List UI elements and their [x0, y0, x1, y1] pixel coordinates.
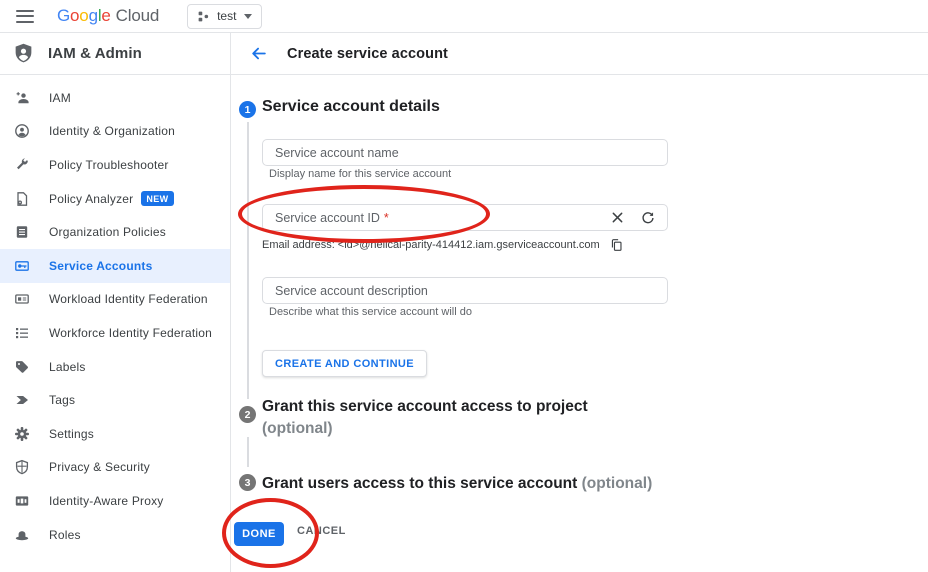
sidebar-item-privacy-security[interactable]: Privacy & Security — [0, 451, 230, 485]
chevron-down-icon — [244, 14, 252, 19]
logo-letter: e — [101, 6, 110, 26]
project-name: test — [217, 9, 236, 23]
sidebar-item-policy-troubleshooter[interactable]: Policy Troubleshooter — [0, 148, 230, 182]
step-2-badge: 2 — [239, 406, 256, 423]
sidebar-item-iam[interactable]: IAM — [0, 81, 230, 115]
sidebar-item-label: Privacy & Security — [49, 460, 150, 474]
logo-letter: o — [79, 6, 88, 26]
sidebar-item-label: Service Accounts — [49, 259, 152, 273]
create-and-continue-button[interactable]: CREATE AND CONTINUE — [262, 350, 427, 377]
cancel-button[interactable]: CANCEL — [297, 525, 346, 537]
step-2-optional-text: (optional) — [262, 418, 588, 440]
sidebar-item-identity-organization[interactable]: Identity & Organization — [0, 115, 230, 149]
service-account-description-input[interactable] — [262, 277, 668, 304]
refresh-icon[interactable] — [641, 211, 655, 225]
service-account-id-input[interactable]: Service account ID * — [262, 204, 668, 231]
document-gear-icon — [14, 191, 30, 207]
page-header: Create service account — [231, 33, 928, 75]
wrench-icon — [14, 157, 30, 173]
sidebar-item-policy-analyzer[interactable]: Policy Analyzer NEW — [0, 182, 230, 216]
sidebar-item-label: Policy Analyzer — [49, 192, 133, 206]
email-address-line: Email address: <id>@helical-parity-41441… — [262, 238, 623, 252]
sidebar-item-service-accounts[interactable]: Service Accounts — [0, 249, 230, 283]
proxy-frame-icon — [14, 493, 30, 509]
logo-letter: o — [70, 6, 79, 26]
name-helper-text: Display name for this service account — [269, 168, 451, 180]
logo-letter: g — [89, 6, 98, 26]
page-title: Create service account — [287, 46, 448, 62]
google-cloud-console: Google Cloud test IAM & Admin IAM — [0, 0, 928, 572]
copy-icon[interactable] — [610, 238, 623, 252]
topbar: Google Cloud test — [0, 0, 928, 33]
description-helper-text: Describe what this service account will … — [269, 306, 472, 318]
sidebar-title: IAM & Admin — [48, 45, 142, 62]
tag-arrow-icon — [14, 392, 30, 408]
sidebar-item-label: Identity-Aware Proxy — [49, 494, 164, 508]
step-3-badge: 3 — [239, 474, 256, 491]
step-1-title: Service account details — [262, 98, 440, 116]
person-circle-icon — [14, 123, 30, 139]
back-arrow-icon[interactable] — [250, 44, 270, 64]
sidebar: IAM & Admin IAM Identity & Organization … — [0, 33, 231, 572]
sidebar-item-label: Organization Policies — [49, 225, 166, 239]
step-3-title-text: Grant users access to this service accou… — [262, 475, 577, 492]
sidebar-item-label: Roles — [49, 528, 81, 542]
gear-icon — [14, 426, 30, 442]
list-icon — [14, 325, 30, 341]
required-asterisk: * — [384, 211, 389, 225]
person-add-icon — [14, 90, 30, 106]
sidebar-item-settings[interactable]: Settings — [0, 417, 230, 451]
sidebar-header: IAM & Admin — [0, 33, 230, 75]
sidebar-item-workload-identity-federation[interactable]: Workload Identity Federation — [0, 283, 230, 317]
sidebar-nav: IAM Identity & Organization Policy Troub… — [0, 75, 230, 551]
sidebar-item-tags[interactable]: Tags — [0, 383, 230, 417]
project-selector[interactable]: test — [187, 4, 262, 29]
document-icon — [14, 224, 30, 240]
sidebar-item-label: Workforce Identity Federation — [49, 326, 212, 340]
google-cloud-logo: Google Cloud — [57, 6, 159, 26]
badge-card-icon — [14, 291, 30, 307]
sidebar-item-labels[interactable]: Labels — [0, 350, 230, 384]
sidebar-item-label: Labels — [49, 360, 86, 374]
step-3-title: Grant users access to this service accou… — [262, 475, 652, 492]
logo-letter: G — [57, 6, 70, 26]
clear-icon[interactable] — [611, 211, 624, 224]
done-button[interactable]: DONE — [234, 522, 284, 546]
sidebar-item-identity-aware-proxy[interactable]: Identity-Aware Proxy — [0, 484, 230, 518]
project-icon — [197, 10, 210, 23]
label-tag-icon — [14, 359, 30, 375]
create-service-account-form: 1 Service account details Display name f… — [231, 76, 928, 572]
step-connector — [247, 437, 249, 467]
step-2-title-text: Grant this service account access to pro… — [262, 396, 588, 418]
shield-icon — [14, 459, 30, 475]
key-box-icon — [14, 258, 30, 274]
sidebar-item-roles[interactable]: Roles — [0, 518, 230, 552]
sidebar-item-label: Policy Troubleshooter — [49, 158, 169, 172]
step-1-badge: 1 — [239, 101, 256, 118]
hamburger-menu-icon[interactable] — [16, 10, 34, 23]
step-3-optional-text: (optional) — [582, 475, 653, 492]
service-account-name-input[interactable] — [262, 139, 668, 166]
main-panel: Create service account 1 Service account… — [231, 33, 928, 572]
step-2-title: Grant this service account access to pro… — [262, 396, 588, 440]
logo-cloud-text: Cloud — [116, 6, 159, 26]
new-badge: NEW — [141, 191, 173, 206]
step-connector — [247, 122, 249, 399]
iam-admin-shield-icon — [12, 42, 35, 65]
sidebar-item-workforce-identity-federation[interactable]: Workforce Identity Federation — [0, 316, 230, 350]
sidebar-item-label: Settings — [49, 427, 94, 441]
sidebar-item-label: IAM — [49, 91, 71, 105]
hat-icon — [14, 527, 30, 543]
sidebar-item-label: Workload Identity Federation — [49, 292, 208, 306]
email-address-text: Email address: <id>@helical-parity-41441… — [262, 239, 600, 251]
id-placeholder-text: Service account ID — [275, 211, 380, 225]
sidebar-item-organization-policies[interactable]: Organization Policies — [0, 215, 230, 249]
sidebar-item-label: Identity & Organization — [49, 124, 175, 138]
sidebar-item-label: Tags — [49, 393, 75, 407]
